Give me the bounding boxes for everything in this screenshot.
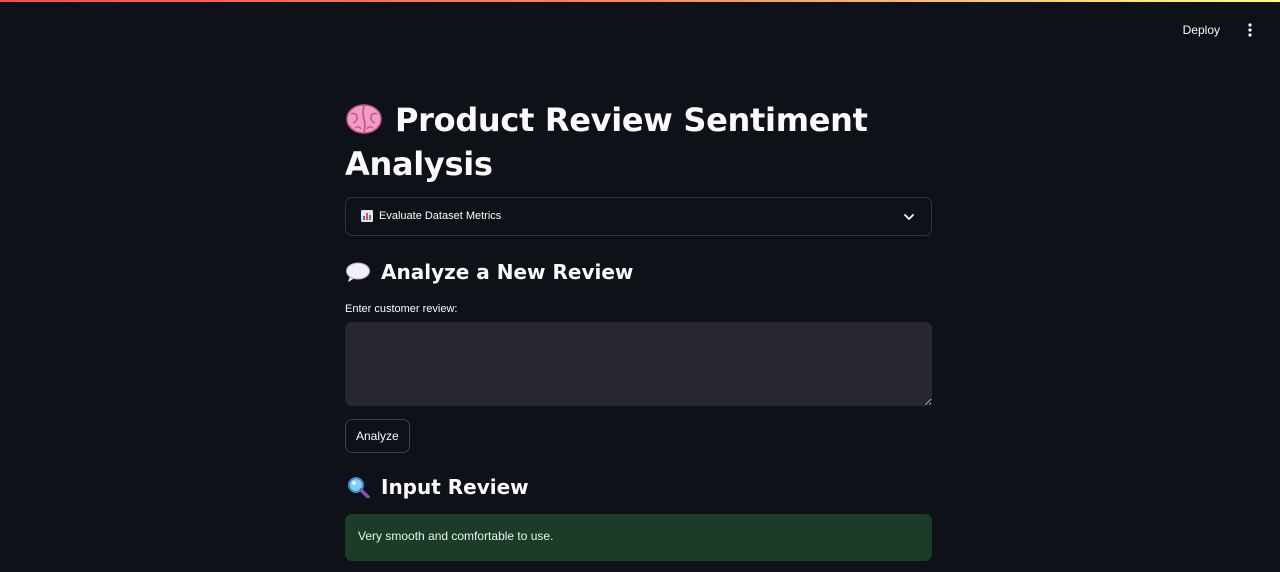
review-text: Very smooth and comfortable to use. xyxy=(358,529,554,543)
main-content: Product Review Sentiment Analysis Evalua… xyxy=(345,90,932,561)
analyze-button[interactable]: Analyze xyxy=(345,419,410,453)
review-textarea[interactable] xyxy=(345,322,932,406)
input-review-heading: Input Review xyxy=(345,473,529,501)
deploy-button[interactable]: Deploy xyxy=(1177,20,1226,40)
review-input-label: Enter customer review: xyxy=(345,303,458,315)
speech-bubble-icon xyxy=(346,262,370,282)
magnifier-icon xyxy=(348,477,370,498)
expander-header: Evaluate Dataset Metrics xyxy=(361,210,501,222)
input-review-heading-text: Input Review xyxy=(381,475,529,499)
chevron-down-icon[interactable] xyxy=(903,211,915,223)
more-vertical-icon xyxy=(1248,23,1252,37)
page-title-text: Product Review Sentiment Analysis xyxy=(345,101,868,183)
brain-icon xyxy=(346,104,382,134)
analyze-section-heading: Analyze a New Review xyxy=(345,258,633,286)
dataset-metrics-expander[interactable]: Evaluate Dataset Metrics xyxy=(345,197,932,236)
analyze-heading-text: Analyze a New Review xyxy=(381,260,634,284)
review-success-box: Very smooth and comfortable to use. xyxy=(345,514,932,561)
main-menu-button[interactable] xyxy=(1242,20,1258,40)
page-title: Product Review Sentiment Analysis xyxy=(345,98,932,186)
bar-chart-icon xyxy=(361,210,373,222)
app-header: Deploy xyxy=(0,0,1280,60)
expander-label: Evaluate Dataset Metrics xyxy=(379,210,502,222)
